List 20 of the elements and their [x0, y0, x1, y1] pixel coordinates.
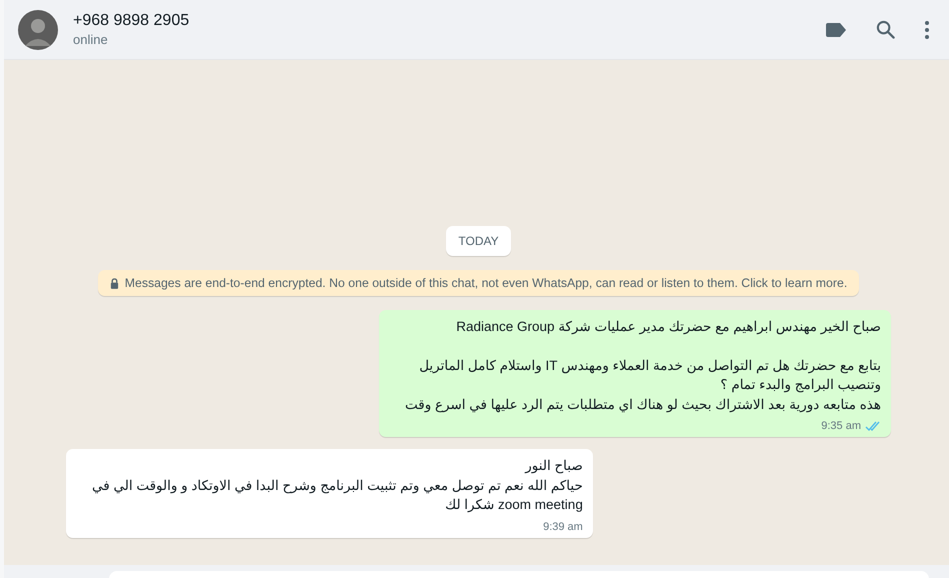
message-text: صباح الخير مهندس ابراهيم مع حضرتك مدير عمليات شركة Radiance Group: [456, 318, 881, 336]
message-text: هذه متابعه دورية بعد الاشتراك بحيث لو هناك اي متطلبات يتم الرد عليها في اسرع وقت: [405, 396, 881, 414]
contact-status: online: [73, 32, 109, 47]
notice-text: Messages are end-to-end encrypted. No one outside of this chat, not even WhatsApp, can read or listen to them. Click to learn more.: [124, 276, 848, 290]
message-text: وتنصيب البرامج والبدء تمام ؟: [720, 376, 881, 394]
lock-icon: [110, 278, 119, 288]
date-chip: TODAY: [446, 226, 511, 256]
contact-name: +968 9898 2905: [73, 12, 190, 30]
label-icon[interactable]: [826, 22, 846, 36]
message-text: zoom meeting شكرا لك: [445, 496, 583, 514]
message-time: 9:35 am: [821, 420, 861, 432]
message-time: 9:39 am: [543, 520, 583, 532]
message-text: صباح النور: [525, 457, 583, 476]
outgoing-message[interactable]: [379, 310, 891, 437]
message-text: حياكم الله نعم تم توصل معي وتم تثبيت البرنامج وشرح البدا في الاوتكاد و والوقت الي في: [92, 476, 583, 495]
avatar[interactable]: [18, 10, 58, 50]
message-text: بتابع مع حضرتك هل تم التواصل من خدمة العملاء ومهندس IT واستلام كامل الماتريل: [419, 356, 881, 375]
encryption-notice[interactable]: Messages are end-to-end encrypted. No one outside of this chat, not even WhatsApp, can read or listen to them. Click to learn more.: [98, 270, 860, 296]
search-icon[interactable]: [876, 20, 895, 39]
menu-icon[interactable]: [925, 20, 929, 38]
